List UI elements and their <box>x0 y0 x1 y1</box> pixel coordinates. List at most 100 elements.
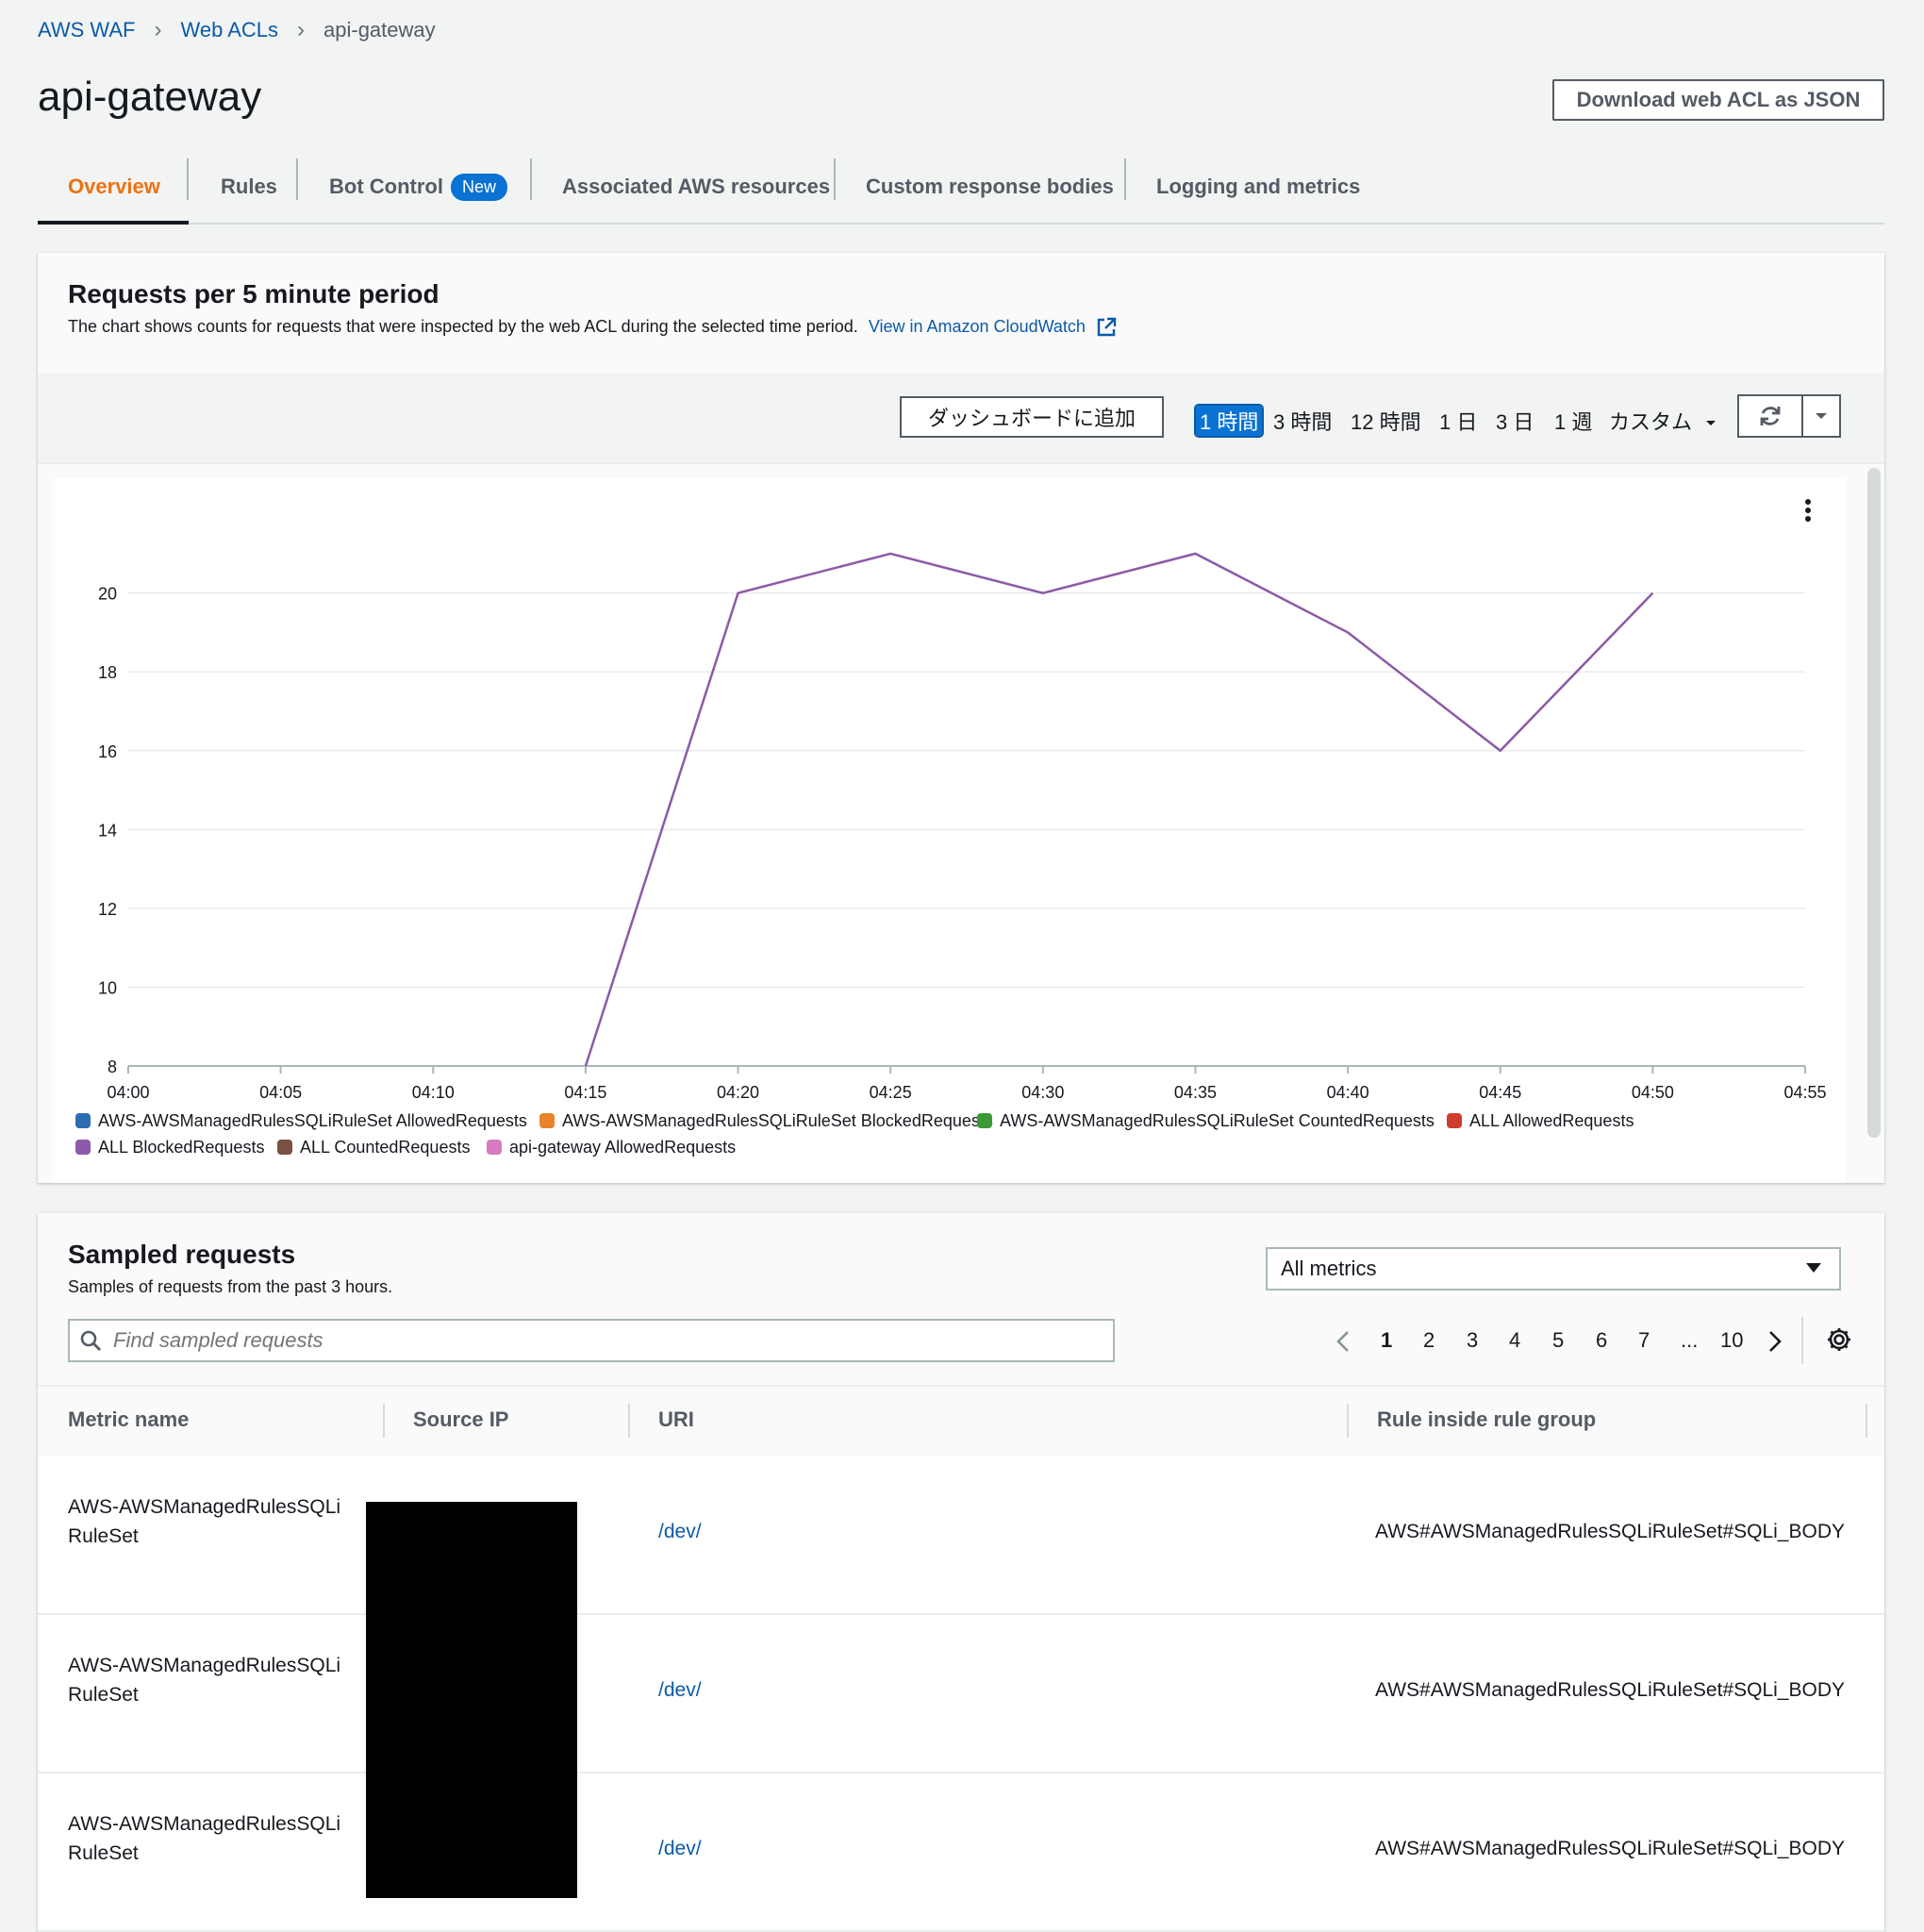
range-1-hour[interactable]: 1 時間 <box>1193 404 1265 438</box>
add-to-dashboard-button[interactable]: ダッシュボードに追加 <box>900 396 1164 438</box>
breadcrumb-web-acls[interactable]: Web ACLs <box>180 18 278 42</box>
chevron-right-icon: › <box>297 17 306 42</box>
refresh-button[interactable] <box>1739 396 1803 436</box>
data-point[interactable] <box>1039 590 1047 597</box>
more-options-icon[interactable] <box>1803 498 1813 523</box>
legend-swatch[interactable] <box>1447 1113 1462 1128</box>
refresh-icon <box>1760 407 1781 425</box>
data-point[interactable] <box>887 550 894 558</box>
chart-header: Requests per 5 minute period The chart s… <box>38 253 1884 375</box>
page-6[interactable]: 6 <box>1596 1328 1607 1353</box>
tab-custom-response-bodies[interactable]: Custom response bodies <box>834 151 1126 223</box>
tab-divider <box>187 158 189 200</box>
range-custom[interactable]: カスタム <box>1609 406 1717 436</box>
x-tick-label: 04:50 <box>1632 1083 1674 1102</box>
data-point[interactable] <box>735 590 742 597</box>
legend-swatch[interactable] <box>277 1140 292 1155</box>
table-row[interactable]: AWS-AWSManagedRulesSQLiRuleSet /dev/ AWS… <box>38 1774 1884 1932</box>
table-row[interactable]: AWS-AWSManagedRulesSQLiRuleSet /dev/ AWS… <box>38 1615 1884 1774</box>
page-3[interactable]: 3 <box>1467 1328 1478 1353</box>
page-4[interactable]: 4 <box>1509 1328 1520 1353</box>
redacted-source-ip <box>366 1502 577 1898</box>
column-uri[interactable]: URI <box>658 1407 694 1432</box>
column-rule-inside-rule-group[interactable]: Rule inside rule group <box>1377 1407 1596 1432</box>
column-metric-name[interactable]: Metric name <box>68 1407 189 1432</box>
sampled-requests-description: Samples of requests from the past 3 hour… <box>68 1277 393 1296</box>
refresh-button-group <box>1737 394 1841 438</box>
legend-swatch[interactable] <box>75 1113 91 1128</box>
chart-title: Requests per 5 minute period <box>68 279 440 308</box>
legend-swatch[interactable] <box>487 1140 502 1155</box>
legend-label[interactable]: AWS-AWSManagedRulesSQLiRuleSet CountedRe… <box>1000 1111 1435 1130</box>
chevron-right-icon[interactable] <box>1767 1330 1783 1353</box>
tab-rules[interactable]: Rules <box>187 151 298 223</box>
data-point[interactable] <box>1191 550 1199 558</box>
legend-label[interactable]: api-gateway AllowedRequests <box>509 1138 736 1157</box>
gear-icon[interactable] <box>1826 1326 1852 1353</box>
column-divider[interactable] <box>628 1404 630 1438</box>
y-tick-label: 12 <box>98 900 117 919</box>
tab-divider <box>530 158 532 200</box>
range-3-days[interactable]: 3 日 <box>1496 406 1534 436</box>
legend-swatch[interactable] <box>977 1113 992 1128</box>
range-1-week[interactable]: 1 週 <box>1554 406 1592 436</box>
page-10[interactable]: 10 <box>1720 1328 1743 1353</box>
metrics-select[interactable]: All metrics <box>1266 1247 1841 1291</box>
tab-label: Associated AWS resources <box>562 175 831 198</box>
external-link-icon[interactable] <box>1096 317 1117 338</box>
tab-associated-resources[interactable]: Associated AWS resources <box>530 151 836 223</box>
y-tick-label: 8 <box>108 1058 117 1076</box>
breadcrumb-aws-waf[interactable]: AWS WAF <box>38 18 135 42</box>
chevron-left-icon[interactable] <box>1335 1330 1351 1353</box>
table-header: Metric name Source IP URI Rule inside ru… <box>38 1385 1884 1460</box>
cloudwatch-link[interactable]: View in Amazon CloudWatch <box>869 317 1086 336</box>
legend-label[interactable]: ALL BlockedRequests <box>98 1138 264 1157</box>
tab-bot-control[interactable]: Bot Control New <box>296 151 532 223</box>
legend-label[interactable]: AWS-AWSManagedRulesSQLiRuleSet AllowedRe… <box>98 1111 527 1130</box>
data-point[interactable] <box>1497 747 1504 755</box>
range-3-hours[interactable]: 3 時間 <box>1273 406 1332 436</box>
metric-name-cell: AWS-AWSManagedRulesSQLiRuleSet <box>68 1496 341 1547</box>
column-source-ip[interactable]: Source IP <box>413 1407 508 1432</box>
range-12-hours[interactable]: 12 時間 <box>1351 406 1421 436</box>
metrics-select-value: All metrics <box>1281 1257 1377 1280</box>
uri-link[interactable]: /dev/ <box>658 1834 702 1863</box>
tab-logging-metrics[interactable]: Logging and metrics <box>1124 151 1409 223</box>
x-tick-label: 04:45 <box>1479 1083 1521 1102</box>
page-2[interactable]: 2 <box>1423 1328 1435 1353</box>
sampled-requests-panel: Sampled requests Samples of requests fro… <box>38 1213 1884 1932</box>
data-point[interactable] <box>582 1062 589 1070</box>
uri-link[interactable]: /dev/ <box>658 1675 702 1705</box>
rule-cell: AWS#AWSManagedRulesSQLiRuleSet#SQLi_BODY <box>1375 1679 1846 1701</box>
tab-divider <box>834 158 836 200</box>
page-5[interactable]: 5 <box>1552 1328 1564 1353</box>
download-json-button[interactable]: Download web ACL as JSON <box>1552 79 1884 121</box>
legend-label[interactable]: AWS-AWSManagedRulesSQLiRuleSet BlockedRe… <box>562 1111 993 1130</box>
page-title: api-gateway <box>38 74 262 120</box>
page-1[interactable]: 1 <box>1381 1328 1392 1353</box>
chart-scrollbar[interactable] <box>1867 468 1881 1138</box>
x-tick-label: 04:00 <box>107 1083 149 1102</box>
tab-divider <box>296 158 298 200</box>
column-divider[interactable] <box>1347 1404 1349 1438</box>
legend-swatch[interactable] <box>539 1113 555 1128</box>
table-row[interactable]: AWS-AWSManagedRulesSQLiRuleSet /dev/ AWS… <box>38 1457 1884 1615</box>
column-divider[interactable] <box>383 1404 385 1438</box>
column-divider[interactable] <box>1866 1404 1867 1438</box>
tab-overview[interactable]: Overview <box>38 151 189 225</box>
legend-label[interactable]: ALL AllowedRequests <box>1469 1111 1634 1130</box>
new-badge: New <box>450 173 507 201</box>
series-line <box>584 552 1654 1067</box>
data-point[interactable] <box>1344 628 1352 636</box>
data-point[interactable] <box>1649 590 1656 597</box>
legend-label[interactable]: ALL CountedRequests <box>300 1138 470 1157</box>
refresh-options-dropdown[interactable] <box>1803 396 1839 436</box>
x-tick-label: 04:20 <box>717 1083 759 1102</box>
page-7[interactable]: 7 <box>1638 1328 1650 1353</box>
uri-link[interactable]: /dev/ <box>658 1517 702 1546</box>
range-1-day[interactable]: 1 日 <box>1439 406 1477 436</box>
tab-label: Logging and metrics <box>1156 175 1361 198</box>
x-tick-label: 04:35 <box>1174 1083 1217 1102</box>
breadcrumb: AWS WAF › Web ACLs › api-gateway <box>38 15 436 45</box>
legend-swatch[interactable] <box>75 1140 91 1155</box>
